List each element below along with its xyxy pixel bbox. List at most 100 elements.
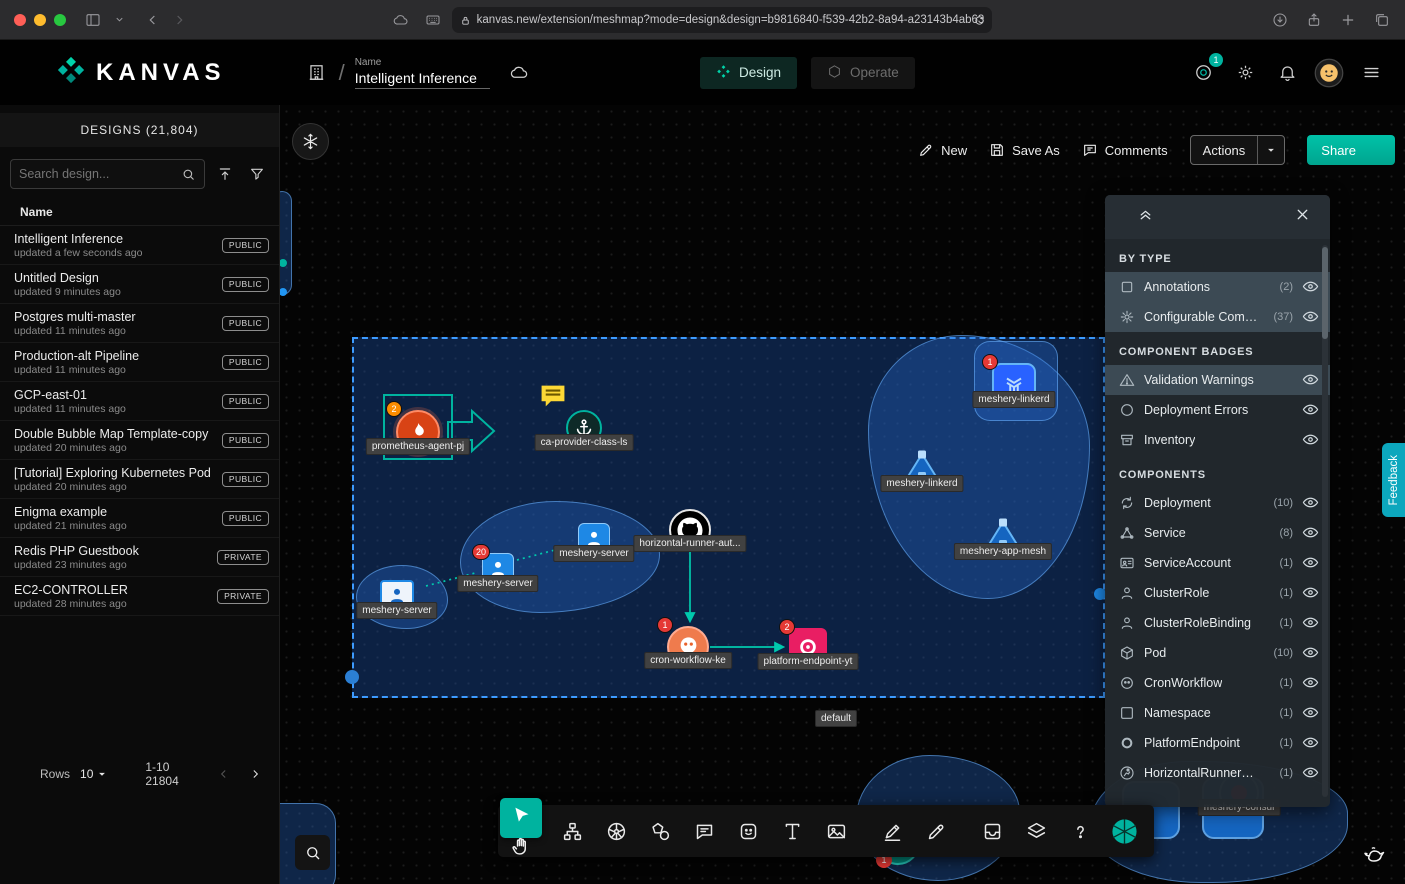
visibility-eye-icon[interactable] — [1302, 401, 1320, 419]
design-search[interactable] — [10, 159, 205, 189]
tab-overview-icon[interactable] — [1369, 7, 1395, 33]
panel-row-inventory[interactable]: Inventory — [1105, 425, 1330, 455]
visibility-eye-icon[interactable] — [1302, 584, 1320, 602]
node-ca-provider-class-ls[interactable]: ca-provider-class-ls — [566, 410, 602, 446]
meshery-tool[interactable] — [1102, 809, 1146, 853]
collapse-panel-icon[interactable] — [1137, 206, 1159, 228]
design-list-item-redis-php-guestbook[interactable]: Redis PHP Guestbookupdated 23 minutes ag… — [0, 538, 279, 577]
panel-row-deployment-errors[interactable]: Deployment Errors — [1105, 395, 1330, 425]
organization-icon[interactable] — [301, 57, 333, 89]
node-meshery-app-mesh[interactable]: meshery-app-mesh — [980, 518, 1026, 558]
visibility-eye-icon[interactable] — [1302, 371, 1320, 389]
kanvas-logo[interactable]: KANVAS — [56, 55, 226, 90]
visibility-eye-icon[interactable] — [1302, 494, 1320, 512]
design-list-item-intelligent-inference[interactable]: Intelligent Inferenceupdated a few secon… — [0, 226, 279, 265]
new-design-button[interactable]: New — [918, 142, 967, 158]
design-list-item-double-bubble-map-template-copy[interactable]: Double Bubble Map Template-copyupdated 2… — [0, 421, 279, 460]
panel-row-pod[interactable]: Pod(10) — [1105, 638, 1330, 668]
keyboard-icon[interactable] — [420, 7, 446, 33]
share-icon[interactable] — [1301, 7, 1327, 33]
downloads-icon[interactable] — [1267, 7, 1293, 33]
feedback-tab[interactable]: Feedback — [1382, 443, 1405, 517]
node-meshery-server[interactable]: 20meshery-server — [482, 553, 514, 583]
settings-gear-icon[interactable] — [1229, 57, 1261, 89]
panel-row-service[interactable]: Service(8) — [1105, 518, 1330, 548]
pan-tool[interactable] — [504, 837, 538, 861]
node-meshery-linkerd[interactable]: 1meshery-linkerd — [992, 363, 1036, 407]
import-design-icon[interactable] — [213, 162, 237, 186]
address-bar[interactable]: kanvas.new/extension/meshmap?mode=design… — [452, 7, 992, 33]
panel-row-deployment[interactable]: Deployment(10) — [1105, 488, 1330, 518]
zoom-button[interactable] — [295, 835, 330, 870]
share-button[interactable]: Share — [1307, 135, 1395, 165]
design-list-item-postgres-multi-master[interactable]: Postgres multi-masterupdated 11 minutes … — [0, 304, 279, 343]
visibility-eye-icon[interactable] — [1302, 734, 1320, 752]
node-prometheus-agent-pj[interactable]: 2prometheus-agent-pj — [396, 410, 440, 454]
node-meshery-linkerd[interactable]: meshery-linkerd — [899, 450, 945, 490]
actions-dropdown-button[interactable]: Actions — [1190, 135, 1286, 165]
design-list-item-production-alt-pipeline[interactable]: Production-alt Pipelineupdated 11 minute… — [0, 343, 279, 382]
design-list-item-ec2-controller[interactable]: EC2-CONTROLLERupdated 28 minutes agoPRIV… — [0, 577, 279, 616]
media-tool[interactable] — [814, 809, 858, 853]
panel-row-namespace[interactable]: Namespace(1) — [1105, 698, 1330, 728]
maximize-window-button[interactable] — [54, 14, 66, 26]
design-list-item-gcp-east-01[interactable]: GCP-east-01updated 11 minutes agoPUBLIC — [0, 382, 279, 421]
design-list-item-untitled-design[interactable]: Untitled Designupdated 9 minutes agoPUBL… — [0, 265, 279, 304]
panel-row-horizontalrunnerautos[interactable]: HorizontalRunnerAutos(1) — [1105, 758, 1330, 788]
minimize-window-button[interactable] — [34, 14, 46, 26]
panel-row-clusterrole[interactable]: ClusterRole(1) — [1105, 578, 1330, 608]
dock-toggle-button[interactable] — [292, 123, 329, 160]
node-cron-workflow-ke[interactable]: 1cron-workflow-ke — [667, 626, 709, 668]
shapes-tool[interactable] — [638, 809, 682, 853]
comment-tool[interactable] — [682, 809, 726, 853]
tab-design[interactable]: Design — [700, 57, 797, 89]
visibility-eye-icon[interactable] — [1302, 308, 1320, 326]
panel-scrollbar-thumb[interactable] — [1322, 247, 1328, 339]
save-as-button[interactable]: Save As — [989, 142, 1060, 158]
chevron-down-icon[interactable] — [106, 7, 132, 33]
kubernetes-tool[interactable] — [594, 809, 638, 853]
panel-row-annotations[interactable]: Annotations(2) — [1105, 272, 1330, 302]
node-horizontal-runner-aut[interactable]: horizontal-runner-aut... — [669, 509, 711, 551]
icloud-icon[interactable] — [388, 7, 414, 33]
node-platform-endpoint-yt[interactable]: 2platform-endpoint-yt — [789, 628, 827, 666]
visibility-eye-icon[interactable] — [1302, 704, 1320, 722]
lamp-button[interactable] — [1356, 836, 1391, 871]
cloud-save-icon[interactable] — [504, 57, 536, 89]
next-page-button[interactable] — [244, 763, 265, 785]
previous-page-button[interactable] — [213, 763, 234, 785]
visibility-eye-icon[interactable] — [1302, 278, 1320, 296]
close-window-button[interactable] — [14, 14, 26, 26]
new-tab-icon[interactable] — [1335, 7, 1361, 33]
node-meshery-server[interactable]: meshery-server — [380, 580, 414, 610]
visibility-eye-icon[interactable] — [1302, 431, 1320, 449]
panel-row-configurable-compon[interactable]: Configurable Compon(37) — [1105, 302, 1330, 332]
visibility-eye-icon[interactable] — [1302, 614, 1320, 632]
filter-icon[interactable] — [245, 162, 269, 186]
panel-row-serviceaccount[interactable]: ServiceAccount(1) — [1105, 548, 1330, 578]
design-name-input[interactable] — [355, 68, 490, 89]
visibility-eye-icon[interactable] — [1302, 764, 1320, 782]
bell-icon[interactable] — [1271, 57, 1303, 89]
design-list-item-enigma-example[interactable]: Enigma exampleupdated 21 minutes agoPUBL… — [0, 499, 279, 538]
reload-icon[interactable] — [974, 15, 985, 26]
tab-operate[interactable]: Operate — [811, 57, 915, 89]
avatar[interactable] — [1313, 57, 1345, 89]
drawer-tool[interactable] — [970, 809, 1014, 853]
design-canvas[interactable]: 1 2prometheus-agent-pjca-provider-class-… — [280, 105, 1405, 884]
visibility-eye-icon[interactable] — [1302, 674, 1320, 692]
connection-status-icon[interactable]: 1 — [1187, 57, 1219, 89]
window-controls[interactable] — [14, 14, 66, 26]
hamburger-menu-icon[interactable] — [1355, 57, 1387, 89]
visibility-eye-icon[interactable] — [1302, 644, 1320, 662]
node-meshery-server[interactable]: meshery-server — [578, 523, 610, 553]
panel-row-clusterrolebinding[interactable]: ClusterRoleBinding(1) — [1105, 608, 1330, 638]
rows-per-page-select[interactable]: 10 — [80, 767, 109, 781]
visibility-eye-icon[interactable] — [1302, 554, 1320, 572]
browser-back-button[interactable] — [140, 7, 166, 33]
pen-tool[interactable] — [870, 809, 914, 853]
actions-caret-icon[interactable] — [1257, 136, 1284, 164]
layers-tool[interactable] — [1014, 809, 1058, 853]
node-comment-pin[interactable] — [540, 384, 567, 409]
panel-row-cronworkflow[interactable]: CronWorkflow(1) — [1105, 668, 1330, 698]
